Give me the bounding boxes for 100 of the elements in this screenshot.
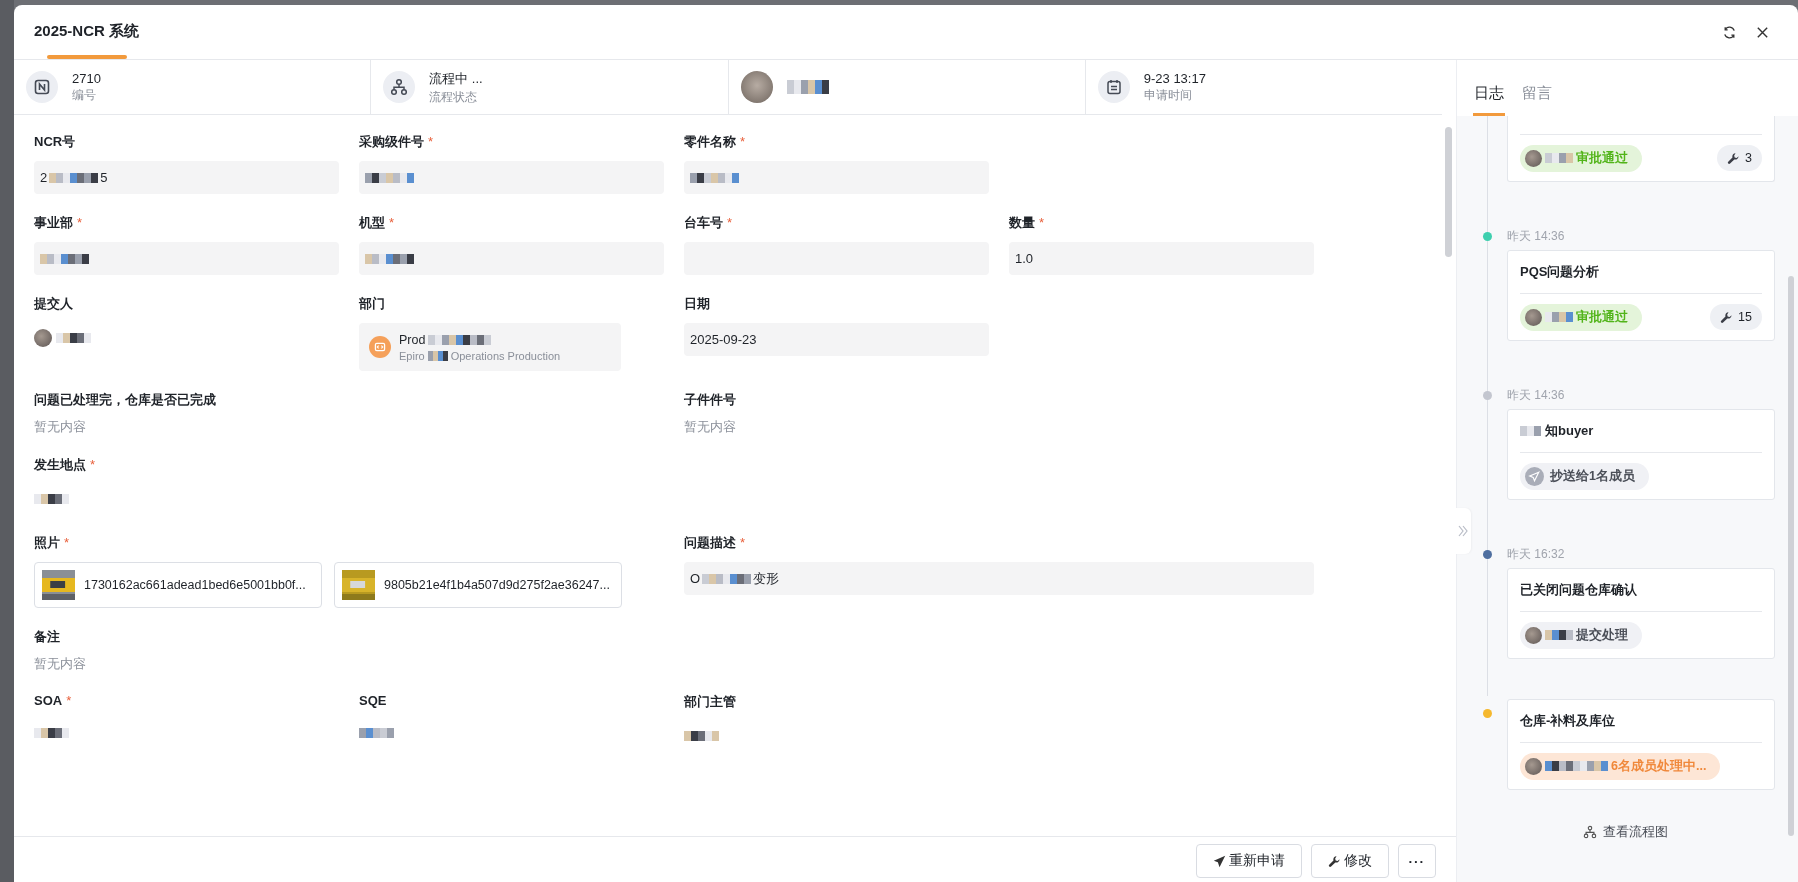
department-name: Prod <box>399 332 426 347</box>
field-label: 部门主管 <box>684 693 736 711</box>
scrollbar-thumb[interactable] <box>1445 127 1452 257</box>
file-attachment[interactable]: 1730162ac661adead1bed6e5001bb0f... <box>34 562 322 608</box>
department-path: Epiro <box>399 349 425 362</box>
status-badge: 提交处理 <box>1520 621 1642 649</box>
required-mark: * <box>66 693 72 708</box>
field-label: 日期 <box>684 295 710 313</box>
status-badge: 审批通过 <box>1520 303 1642 331</box>
required-mark: * <box>77 215 83 230</box>
collapse-handle[interactable] <box>1455 508 1471 554</box>
wrench-icon <box>1727 151 1741 165</box>
pixelated-block <box>1545 153 1573 163</box>
status-badge: 审批通过 <box>1520 144 1642 172</box>
resubmit-button[interactable]: 重新申请 <box>1195 844 1302 878</box>
step-title: 已关闭问题仓库确认 <box>1520 581 1637 599</box>
info-label: 流程状态 <box>429 89 479 105</box>
step-title: 仓库-补料及库位 <box>1520 712 1616 730</box>
field-label: 备注 <box>34 628 60 646</box>
field-label: 台车号 <box>684 214 723 232</box>
pixelated-block <box>56 333 91 343</box>
info-label: 申请时间 <box>1143 88 1193 103</box>
info-value: 流程中 ... <box>429 69 483 88</box>
refresh-icon[interactable] <box>1722 24 1737 40</box>
input-field[interactable]: 2 5 <box>34 161 339 194</box>
pixelated-block <box>786 80 829 94</box>
send-icon <box>1525 466 1544 486</box>
status-badge: 抄送给1名成员 <box>1520 462 1649 490</box>
pixelated-block <box>365 253 414 264</box>
pixelated-block <box>34 728 69 738</box>
window-title: 2025-NCR 系统 <box>34 22 140 41</box>
field-label: 照片 <box>34 534 60 552</box>
pixelated-block <box>690 172 739 183</box>
pixelated-block <box>702 573 752 584</box>
letter-n-icon <box>26 71 58 103</box>
edit-button[interactable]: 修改 <box>1310 844 1389 878</box>
log-time: 昨天 14:36 <box>1507 227 1565 245</box>
pixelated-block <box>1520 426 1541 436</box>
field-label: 提交人 <box>34 295 73 313</box>
empty-value: 暂无内容 <box>684 419 737 436</box>
required-mark: * <box>727 215 733 230</box>
avatar-icon <box>34 329 52 347</box>
empty-value: 暂无内容 <box>34 656 87 673</box>
info-value: 9-23 13:17 <box>1143 71 1206 86</box>
handler-count: 15 <box>1710 304 1762 330</box>
pixelated-block <box>1545 312 1573 322</box>
wrench-icon <box>1720 310 1734 324</box>
field-label: 部门 <box>359 295 385 313</box>
input-field[interactable]: 2025-09-23 <box>684 323 989 356</box>
info-value: 2710 <box>72 71 101 86</box>
department-icon <box>369 336 391 358</box>
log-time: 昨天 14:36 <box>1507 386 1565 404</box>
avatar-icon <box>740 71 773 103</box>
department-path: Operations Production <box>450 349 561 362</box>
required-mark: * <box>1039 215 1045 230</box>
required-mark: * <box>740 535 746 550</box>
field-label: SQE <box>359 693 387 708</box>
field-label: SOA <box>34 693 63 708</box>
log-time: 昨天 16:32 <box>1507 545 1565 563</box>
file-attachment[interactable]: 9805b21e4f1b4a507d9d275f2ae36247... <box>334 562 622 608</box>
avatar-icon <box>1525 626 1542 644</box>
scrollbar-thumb[interactable] <box>1788 276 1794 836</box>
calendar-icon <box>1097 71 1130 103</box>
input-field[interactable] <box>34 242 339 275</box>
step-title: PQS问题分析 <box>1520 263 1600 281</box>
double-chevron-icon <box>1458 524 1468 538</box>
field-label: 问题已处理完，仓库是否已完成 <box>34 391 216 409</box>
required-mark: * <box>64 535 70 550</box>
info-label: 编号 <box>72 88 97 103</box>
input-field[interactable]: 1.0 <box>1009 242 1314 275</box>
required-mark: * <box>740 134 746 149</box>
input-field[interactable] <box>359 161 664 194</box>
flowchart-link[interactable]: 查看流程图 <box>1577 822 1674 842</box>
pixelated-block <box>1545 761 1608 771</box>
pixelated-block <box>365 172 414 183</box>
panel-tab[interactable]: 日志 <box>1473 84 1505 116</box>
send-icon <box>1212 854 1226 868</box>
pixelated-block <box>684 731 719 741</box>
field-label: 问题描述 <box>684 534 736 552</box>
avatar-icon <box>1525 308 1542 326</box>
pixelated-block <box>427 350 448 361</box>
input-field[interactable]: O 变形 <box>684 562 1314 595</box>
flowchart-icon <box>1583 825 1597 839</box>
more-button[interactable]: ··· <box>1397 844 1436 878</box>
pixelated-block <box>359 728 394 738</box>
pixelated-block <box>40 253 89 264</box>
pixelated-block <box>1545 630 1573 640</box>
input-field[interactable] <box>684 161 989 194</box>
wrench-icon <box>1327 854 1341 868</box>
pixelated-block <box>49 172 99 183</box>
step-title: 知buyer <box>1545 422 1594 440</box>
field-label: 机型 <box>359 214 385 232</box>
input-field[interactable] <box>359 242 664 275</box>
empty-value: 暂无内容 <box>34 419 87 436</box>
pixelated-block <box>428 334 492 345</box>
status-badge: 6名成员处理中... <box>1520 752 1721 780</box>
field-label: 零件名称 <box>684 133 736 151</box>
field-label: NCR号 <box>34 133 76 151</box>
required-mark: * <box>428 134 434 149</box>
avatar-icon <box>1525 757 1542 775</box>
